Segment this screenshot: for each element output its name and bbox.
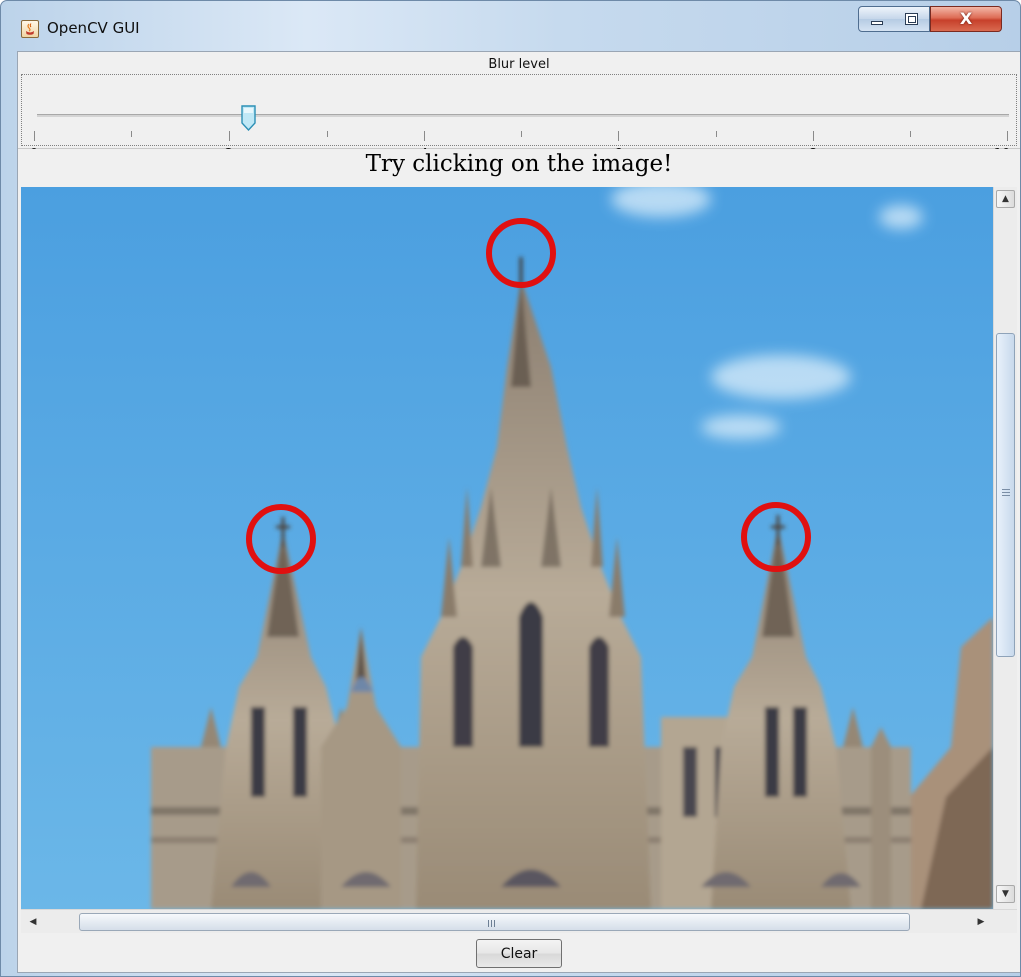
java-coffee-icon[interactable] — [21, 20, 39, 38]
cathedral-spires-photo[interactable] — [21, 187, 993, 909]
horizontal-scrollbar[interactable]: ◀ ▶ — [21, 909, 1017, 933]
blur-level-slider[interactable]: 0 2 4 6 8 10 — [21, 74, 1017, 162]
scroll-left-button[interactable]: ◀ — [24, 913, 42, 931]
slider-tick-minor — [910, 131, 911, 137]
blur-slider-panel: Blur level 0 2 4 6 8 10 — [18, 52, 1020, 162]
app-window: OpenCV GUI X Blur level Try clicking on … — [0, 0, 1021, 977]
scroll-up-button[interactable]: ▲ — [996, 190, 1015, 208]
vertical-scroll-thumb[interactable] — [996, 333, 1015, 657]
slider-tick-major — [424, 131, 425, 141]
bottom-bar: Clear — [18, 933, 1020, 972]
maximize-button[interactable] — [894, 6, 930, 32]
grip-icon — [488, 920, 489, 927]
client-area: Blur level 0 2 4 6 8 10 — [17, 51, 1020, 973]
slider-thumb[interactable] — [241, 105, 256, 132]
slider-tick-major — [618, 131, 619, 141]
vertical-scrollbar[interactable]: ▲ ▼ — [993, 187, 1017, 909]
slider-tick-major — [229, 131, 230, 141]
slider-tick-minor — [131, 131, 132, 137]
hint-label: Try clicking on the image! — [365, 151, 673, 177]
slider-title: Blur level — [488, 57, 550, 72]
slider-tick-minor — [521, 131, 522, 137]
clear-button[interactable]: Clear — [476, 939, 562, 968]
slider-tick-minor — [716, 131, 717, 137]
slider-tick-major — [34, 131, 35, 141]
slider-track[interactable] — [37, 114, 1009, 117]
close-icon: X — [959, 9, 973, 28]
maximize-icon — [905, 13, 918, 25]
slider-tick-minor — [327, 131, 328, 137]
slider-tick-major — [813, 131, 814, 141]
hint-bar: Try clicking on the image! — [18, 149, 1020, 187]
grip-icon — [1002, 489, 1010, 490]
minimize-icon — [871, 21, 883, 25]
scroll-down-button[interactable]: ▼ — [996, 885, 1015, 903]
horizontal-scroll-thumb[interactable] — [79, 913, 910, 931]
title-bar[interactable]: OpenCV GUI X — [1, 1, 1020, 51]
close-button[interactable]: X — [930, 6, 1002, 32]
minimize-button[interactable] — [858, 6, 895, 32]
slider-tick-major — [1007, 131, 1008, 141]
scroll-right-button[interactable]: ▶ — [972, 913, 990, 931]
window-title: OpenCV GUI — [47, 19, 140, 37]
image-viewport[interactable] — [21, 187, 993, 909]
